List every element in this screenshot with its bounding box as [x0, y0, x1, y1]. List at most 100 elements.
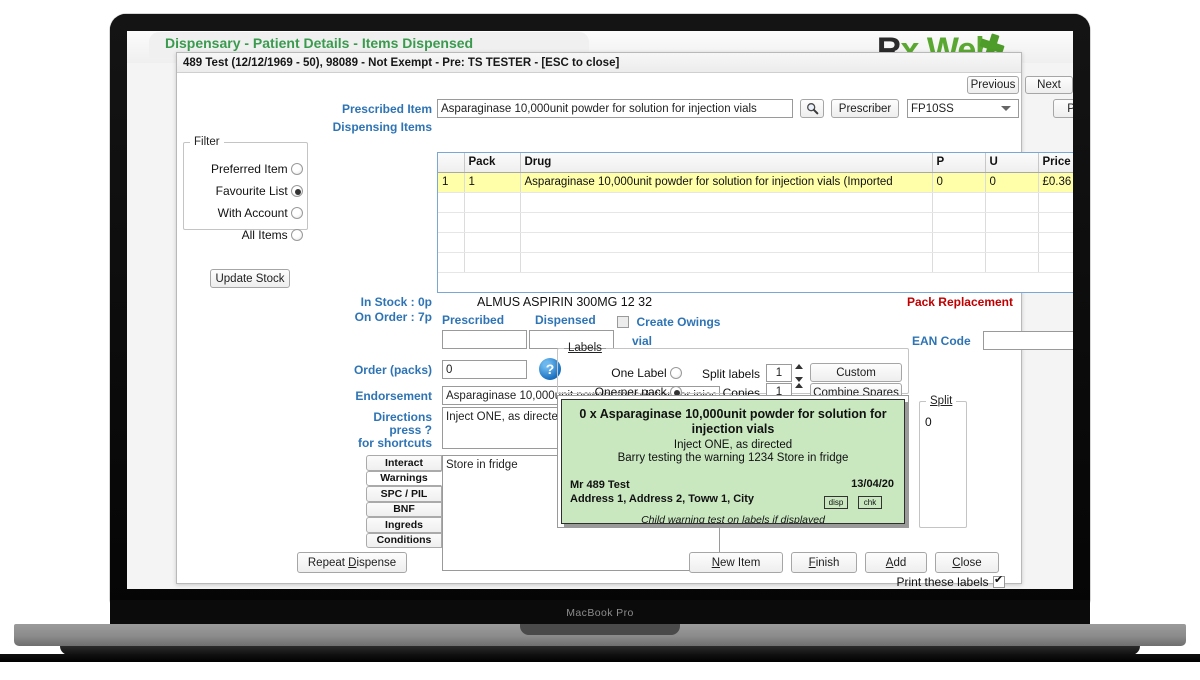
empty-cell [464, 212, 520, 232]
empty-cell [1038, 192, 1073, 212]
prescribed-quantity-input[interactable] [442, 330, 527, 349]
prescribed-item-input[interactable] [437, 99, 793, 118]
cell-price: £0.36 [1038, 172, 1073, 192]
order-packs-input[interactable] [442, 360, 527, 379]
filter-option-preferred-item[interactable]: Preferred Item [190, 162, 303, 176]
with-account-radio[interactable] [291, 207, 303, 219]
cell-p: 0 [932, 172, 985, 192]
tab-ingreds[interactable]: Ingreds [366, 517, 442, 533]
tab-conditions[interactable]: Conditions [366, 533, 442, 549]
empty-cell [438, 192, 464, 212]
label-preview-patient: Mr 489 Test Address 1, Address 2, Toww 1… [570, 478, 754, 506]
split-labels-input[interactable] [766, 364, 792, 382]
tab-interact[interactable]: Interact [366, 455, 442, 471]
prescriber-button[interactable]: Prescriber [831, 99, 899, 118]
table-header-row: Pack Drug P U Price Tariff [438, 153, 1073, 172]
prescribed-item-label: Prescribed Item [277, 102, 432, 116]
print-labels-row[interactable]: Print these labels [896, 573, 1005, 589]
ean-code-label: EAN Code [912, 334, 971, 348]
create-owings-checkbox-row[interactable]: Create Owings [617, 313, 720, 331]
modal-titlebar: 489 Test (12/12/1969 - 50), 98089 - Not … [177, 53, 1021, 73]
label-preview-patient-address: Address 1, Address 2, Toww 1, City [570, 492, 754, 506]
empty-cell [438, 232, 464, 252]
col-drug: Drug [520, 153, 932, 172]
tab-label: Ingreds [385, 519, 423, 531]
cell-drug: Asparaginase 10,000unit powder for solut… [520, 172, 932, 192]
empty-cell [520, 192, 932, 212]
filter-option-label: Favourite List [216, 184, 288, 198]
empty-cell [932, 192, 985, 212]
next-button[interactable]: Next [1025, 76, 1073, 94]
previous-button[interactable]: Previous [967, 76, 1019, 94]
col-u: U [985, 153, 1038, 172]
one-label-option[interactable]: One Label [566, 366, 682, 380]
labels-group: Labels One Label One per pack Split labe… [557, 342, 909, 394]
form-type-value: FP10SS [911, 103, 954, 115]
filter-option-favourite-list[interactable]: Favourite List [190, 184, 303, 198]
all-items-radio[interactable] [291, 229, 303, 241]
new-item-button[interactable]: New Item [689, 552, 783, 573]
labels-legend-text: Labels [568, 342, 602, 354]
filter-legend: Filter [190, 136, 224, 148]
label-preview: 0 x Asparaginase 10,000unit powder for s… [561, 399, 905, 524]
table-row-empty[interactable] [438, 252, 1073, 272]
table-row-empty[interactable] [438, 232, 1073, 252]
split-panel: Split 0 [919, 395, 967, 528]
table-row-empty[interactable] [438, 212, 1073, 232]
empty-cell [985, 232, 1038, 252]
empty-cell [932, 232, 985, 252]
in-stock-text: In Stock : 0p [277, 295, 432, 309]
modal-body: Previous Next Item 1 of 1 Prescribed Ite… [177, 73, 1021, 583]
split-labels-label: Split labels [686, 367, 760, 381]
split-labels-stepper[interactable] [794, 364, 805, 382]
tab-label: Interact [385, 457, 423, 469]
search-icon[interactable] [800, 99, 824, 118]
empty-cell [932, 252, 985, 272]
chevron-down-icon [1001, 106, 1011, 111]
pmr-button[interactable]: PMR [1053, 99, 1073, 118]
print-labels-checkbox[interactable] [993, 576, 1005, 588]
cell-pack: 1 [464, 172, 520, 192]
dispensed-label: Dispensed [535, 313, 596, 327]
table-row-empty[interactable] [438, 192, 1073, 212]
label-preview-child-warning: Child warning test on labels if displaye… [562, 514, 904, 524]
col-index [438, 153, 464, 172]
favourite-list-radio[interactable] [291, 185, 303, 197]
add-button[interactable]: Add [865, 552, 927, 573]
empty-cell [1038, 232, 1073, 252]
label-preview-title: 0 x Asparaginase 10,000unit powder for s… [578, 407, 888, 437]
tab-bnf[interactable]: BNF [366, 502, 442, 518]
update-stock-button[interactable]: Update Stock [210, 269, 290, 288]
close-button[interactable]: Close [935, 552, 999, 573]
filter-option-all-items[interactable]: All Items [190, 228, 303, 242]
label-preview-date: 13/04/20 [851, 478, 894, 490]
custom-button[interactable]: Custom [810, 363, 902, 382]
finish-button[interactable]: Finish [791, 552, 857, 573]
order-packs-label: Order (packs) [277, 363, 432, 377]
background-window-title: Dispensary - Patient Details - Items Dis… [165, 35, 473, 51]
repeat-dispense-button[interactable]: Repeat Dispense [297, 552, 407, 573]
empty-cell [464, 252, 520, 272]
create-owings-checkbox[interactable] [617, 316, 629, 328]
tab-label: BNF [393, 503, 415, 515]
tab-label: SPC / PIL [381, 488, 428, 500]
split-legend: Split [926, 395, 956, 407]
preferred-item-radio[interactable] [291, 163, 303, 175]
create-owings-label: Create Owings [636, 315, 720, 329]
device-label: MacBook Pro [566, 607, 633, 619]
empty-cell [985, 252, 1038, 272]
table-row[interactable]: 1 1 Asparaginase 10,000unit powder for s… [438, 172, 1073, 192]
col-pack: Pack [464, 153, 520, 172]
one-label-radio[interactable] [670, 367, 682, 379]
laptop-screen: Dispensary - Patient Details - Items Dis… [127, 31, 1073, 589]
endorsement-label: Endorsement [277, 389, 432, 403]
tab-warnings[interactable]: Warnings [366, 471, 442, 487]
tab-spc-pil[interactable]: SPC / PIL [366, 486, 442, 502]
filter-option-with-account[interactable]: With Account [190, 206, 303, 220]
ean-code-input[interactable] [983, 331, 1073, 350]
label-preview-frame: 0 x Asparaginase 10,000unit powder for s… [557, 395, 909, 528]
laptop-base-notch [520, 624, 680, 635]
empty-cell [464, 232, 520, 252]
form-type-select[interactable]: FP10SS [907, 99, 1019, 118]
dispensing-items-table[interactable]: Pack Drug P U Price Tariff 1 1 [437, 152, 1073, 293]
